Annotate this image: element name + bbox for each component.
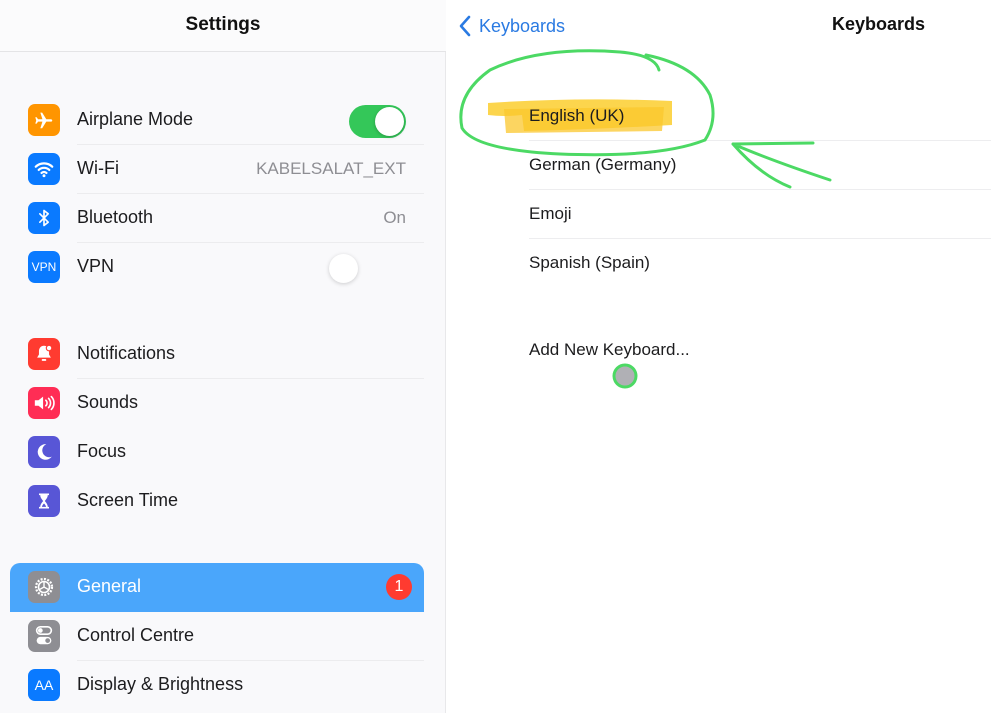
- airplane-mode-toggle[interactable]: [349, 105, 406, 138]
- moon-icon: [28, 436, 60, 468]
- sidebar-item-wifi[interactable]: Wi-Fi KABELSALAT_EXT: [10, 145, 424, 194]
- keyboard-label: Spanish (Spain): [529, 253, 650, 272]
- airplane-icon: [28, 104, 60, 136]
- sidebar-item-sounds[interactable]: Sounds: [10, 379, 424, 428]
- sidebar-item-vpn[interactable]: VPN VPN: [10, 243, 424, 292]
- vpn-icon: VPN: [28, 251, 60, 283]
- sidebar-item-airplane-mode[interactable]: Airplane Mode: [10, 96, 424, 145]
- toggle-knob: [375, 107, 404, 136]
- keyboard-item-german[interactable]: German (Germany): [529, 141, 991, 190]
- switches-icon: [28, 620, 60, 652]
- sidebar-item-display-brightness[interactable]: AA Display & Brightness: [10, 661, 424, 710]
- sidebar-item-notifications[interactable]: Notifications: [10, 330, 424, 379]
- wifi-icon: [28, 153, 60, 185]
- sidebar-item-label: VPN: [77, 256, 115, 276]
- notification-badge: 1: [386, 574, 412, 600]
- chevron-left-icon: [459, 15, 471, 37]
- vpn-toggle[interactable]: [327, 252, 384, 285]
- back-button-label: Keyboards: [479, 15, 566, 36]
- sidebar-item-label: Airplane Mode: [77, 109, 194, 129]
- sidebar-item-label: Focus: [77, 441, 127, 461]
- sidebar-item-general[interactable]: General 1: [10, 563, 424, 612]
- keyboard-label: English (UK): [529, 106, 625, 125]
- text-size-icon: AA: [28, 669, 60, 701]
- sidebar-item-bluetooth[interactable]: Bluetooth On: [10, 194, 424, 243]
- sidebar-title: Settings: [185, 14, 261, 35]
- add-keyboard-label: Add New Keyboard...: [529, 340, 690, 359]
- bluetooth-status-value: On: [383, 208, 406, 227]
- gear-icon: [28, 571, 60, 603]
- sidebar-item-focus[interactable]: Focus: [10, 428, 424, 477]
- notifications-bell-icon: [28, 338, 60, 370]
- wifi-network-value: KABELSALAT_EXT: [256, 159, 406, 178]
- bluetooth-icon: [28, 202, 60, 234]
- sidebar-item-label: General: [77, 576, 142, 596]
- sidebar-item-label: Wi-Fi: [77, 158, 119, 178]
- sidebar-item-label: Notifications: [77, 343, 176, 363]
- sidebar-item-label: Display & Brightness: [77, 674, 244, 694]
- settings-sidebar: Settings Airplane Mode Wi-Fi KABELSALAT_…: [0, 0, 446, 713]
- page-title: Keyboards: [832, 14, 926, 34]
- sidebar-item-label: Control Centre: [77, 625, 195, 645]
- keyboard-item-spanish[interactable]: Spanish (Spain): [529, 239, 991, 288]
- sidebar-item-label: Screen Time: [77, 490, 179, 510]
- sidebar-item-label: Bluetooth: [77, 207, 154, 227]
- sidebar-item-control-centre[interactable]: Control Centre: [10, 612, 424, 661]
- sidebar-item-screen-time[interactable]: Screen Time: [10, 477, 424, 526]
- sidebar-header: Settings: [0, 0, 446, 52]
- back-button[interactable]: Keyboards: [459, 12, 565, 40]
- toggle-knob: [329, 254, 358, 283]
- keyboard-item-english-uk[interactable]: English (UK): [529, 92, 991, 141]
- add-new-keyboard-button[interactable]: Add New Keyboard...: [529, 326, 991, 375]
- keyboard-label: Emoji: [529, 204, 572, 223]
- hourglass-icon: [28, 485, 60, 517]
- sidebar-item-label: Sounds: [77, 392, 139, 412]
- keyboards-detail-panel: Keyboards Keyboards English (UK) German …: [447, 0, 991, 713]
- speaker-icon: [28, 387, 60, 419]
- keyboard-label: German (Germany): [529, 155, 677, 174]
- keyboard-item-emoji[interactable]: Emoji: [529, 190, 991, 239]
